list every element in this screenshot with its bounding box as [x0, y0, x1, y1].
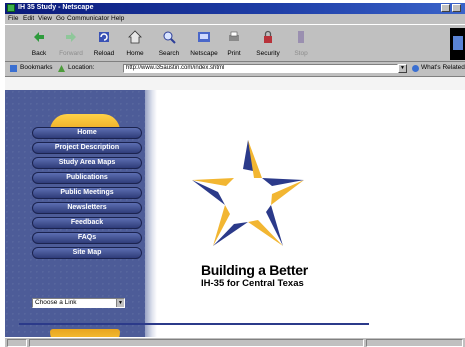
print-button[interactable]: Print	[218, 27, 250, 61]
nav-site-map[interactable]: Site Map	[32, 247, 142, 259]
nav-home[interactable]: Home	[32, 127, 142, 139]
forward-arrow-icon	[66, 32, 76, 42]
bookmarks-button[interactable]: Bookmarks	[20, 64, 53, 71]
netscape-button[interactable]: Netscape	[188, 27, 220, 61]
nav-public-meetings[interactable]: Public Meetings	[32, 187, 142, 199]
nav-project-description[interactable]: Project Description	[32, 142, 142, 154]
chevron-down-icon: ▼	[116, 299, 124, 307]
bookmark-icon	[10, 65, 17, 72]
location-label: Location:	[68, 64, 95, 71]
print-icon	[229, 31, 239, 41]
reload-icon	[99, 32, 109, 42]
navigation-toolbar: Back Forward Reload Home Search Netscape…	[5, 24, 465, 62]
security-status-icon[interactable]	[7, 339, 27, 347]
nav-newsletters[interactable]: Newsletters	[32, 202, 142, 214]
choose-link-select[interactable]: Choose a Link ▼	[32, 298, 125, 308]
menu-view[interactable]: View	[38, 15, 52, 22]
browser-window: IH 35 Study - Netscape File Edit View Go…	[5, 3, 465, 347]
netscape-logo[interactable]	[450, 28, 465, 60]
menu-help[interactable]: Help	[111, 15, 124, 22]
menu-go[interactable]: Go	[56, 15, 65, 22]
security-lock-icon	[264, 30, 272, 43]
search-button[interactable]: Search	[153, 27, 185, 61]
menu-bar: File Edit View Go Communicator Help	[5, 14, 465, 24]
page-content: Home Project Description Study Area Maps…	[5, 76, 465, 347]
location-icon	[58, 65, 65, 72]
horizontal-rule	[19, 323, 369, 325]
panel-divider	[145, 90, 157, 338]
menu-file[interactable]: File	[8, 15, 18, 22]
nav-study-area-maps[interactable]: Study Area Maps	[32, 157, 142, 169]
home-icon	[128, 30, 142, 44]
choose-link-value: Choose a Link	[35, 299, 77, 306]
stop-button[interactable]: Stop	[285, 27, 317, 61]
status-text-area	[29, 339, 364, 347]
reload-button[interactable]: Reload	[88, 27, 120, 61]
security-button[interactable]: Security	[252, 27, 284, 61]
nav-publications[interactable]: Publications	[32, 172, 142, 184]
tagline-main: Building a Better	[201, 262, 308, 278]
status-bar	[5, 337, 465, 347]
netscape-app-icon	[7, 4, 15, 12]
location-toolbar: Bookmarks Location: http://www.i35austin…	[5, 63, 465, 74]
nav-feedback[interactable]: Feedback	[32, 217, 142, 229]
page-top-strip	[5, 77, 465, 90]
close-button[interactable]	[452, 4, 461, 12]
menu-communicator[interactable]: Communicator	[67, 15, 109, 22]
stop-icon	[298, 31, 304, 43]
back-button[interactable]: Back	[23, 27, 55, 61]
texas-star-logo	[192, 140, 304, 246]
forward-button[interactable]: Forward	[55, 27, 87, 61]
tagline-sub: IH-35 for Central Texas	[201, 278, 304, 289]
url-dropdown-button[interactable]: ▼	[398, 64, 407, 73]
menu-edit[interactable]: Edit	[23, 15, 34, 22]
minimize-button[interactable]	[441, 4, 450, 12]
back-arrow-icon	[34, 32, 44, 42]
netscape-icon	[198, 32, 210, 42]
search-icon	[163, 31, 176, 44]
whats-related-button[interactable]: What's Related	[421, 64, 465, 71]
nav-faqs[interactable]: FAQs	[32, 232, 142, 244]
title-bar: IH 35 Study - Netscape	[5, 3, 465, 14]
url-field[interactable]: http://www.i35austin.com/index.shtml	[123, 64, 398, 73]
window-title: IH 35 Study - Netscape	[18, 4, 94, 11]
component-bar	[366, 339, 463, 347]
whats-related-icon	[412, 65, 419, 72]
home-button[interactable]: Home	[119, 27, 151, 61]
